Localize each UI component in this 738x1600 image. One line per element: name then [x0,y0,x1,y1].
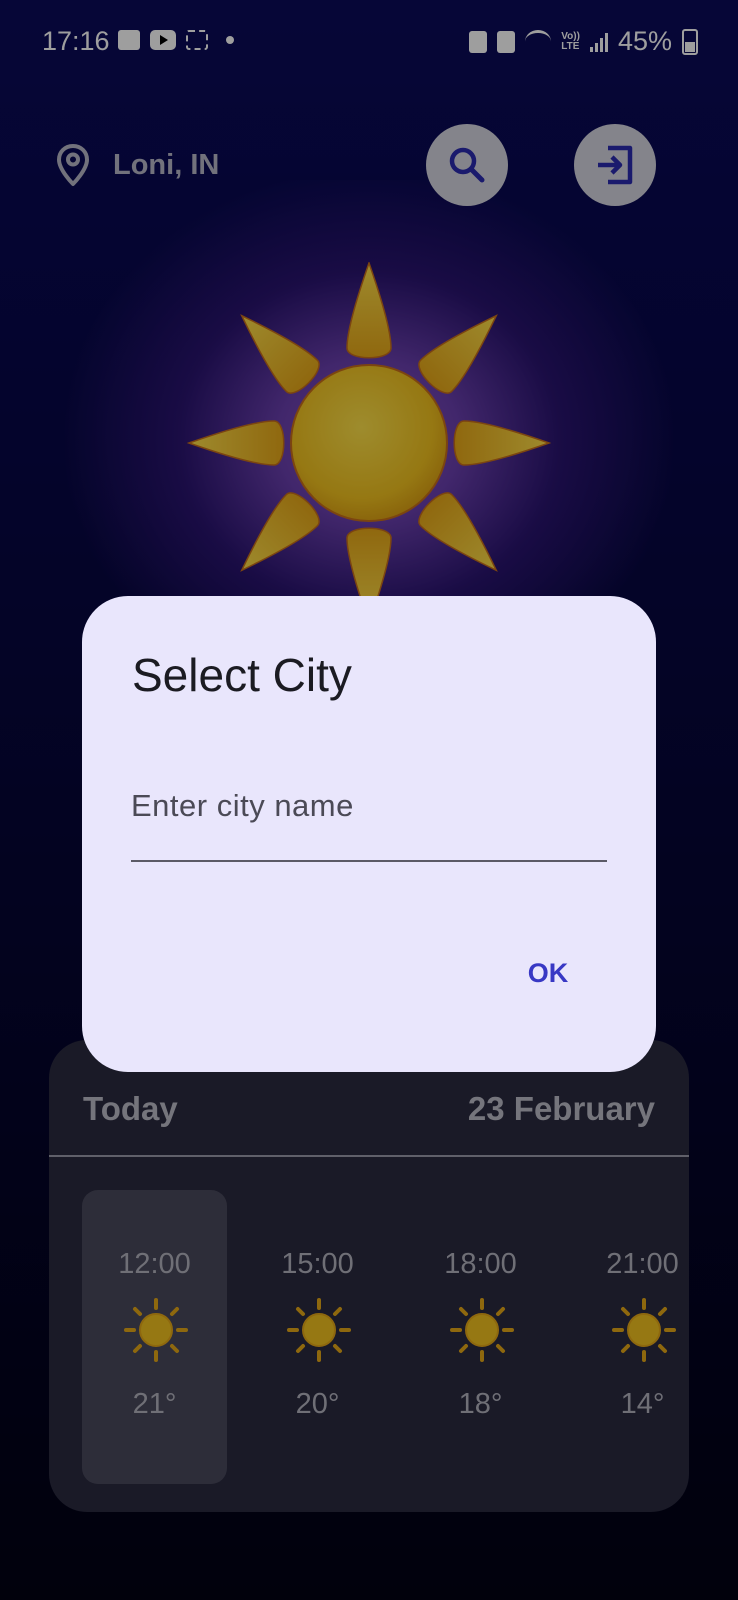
dialog-title: Select City [132,649,352,701]
battery-saver-icon [469,30,488,53]
gallery-icon [118,30,140,50]
status-time: 17:16 [42,26,110,56]
hour-item-15[interactable]: 15:00 20° [245,1190,390,1484]
logout-icon [598,145,633,185]
status-bar: 17:16 Vo)) LTE 45% [0,0,738,72]
work-profile-icon [497,30,516,53]
city-name-input[interactable] [131,774,607,862]
hour-temp: 18° [458,1388,503,1420]
sun-icon [450,1298,514,1362]
ok-button[interactable]: OK [502,944,594,1002]
hour-temp: 21° [132,1388,177,1420]
hour-time: 12:00 [118,1248,191,1280]
wifi-icon [525,30,552,53]
sun-icon [124,1298,188,1362]
hour-temp: 14° [620,1388,665,1420]
hour-item-12[interactable]: 12:00 21° [82,1190,227,1484]
sun-icon [287,1298,351,1362]
search-button[interactable] [426,124,508,206]
more-notifications-icon [226,36,234,44]
status-notification-icons [118,30,234,50]
status-system-icons: Vo)) LTE 45% [469,26,698,57]
battery-percent: 45% [617,26,672,56]
select-city-dialog: Select City OK [82,596,656,1072]
battery-icon [682,28,698,55]
hourly-forecast-list: 12:00 21° 15:00 20° 18:00 18° 21:00 14° [82,1190,689,1484]
location-label: Loni, IN [113,148,220,181]
search-icon [449,147,485,183]
hour-time: 15:00 [281,1248,354,1280]
hour-item-21[interactable]: 21:00 14° [570,1190,689,1484]
today-label: Today [83,1090,178,1127]
screenshot-icon [186,30,208,50]
sun-icon [612,1298,676,1362]
volte-icon: Vo)) LTE [561,30,580,52]
hour-time: 18:00 [444,1248,517,1280]
divider [49,1155,689,1157]
youtube-icon [150,30,176,50]
hour-time: 21:00 [606,1248,679,1280]
date-label: 23 February [467,1090,655,1127]
forecast-card: Today 23 February 12:00 21° 15:00 20° 18… [49,1040,689,1512]
hour-item-18[interactable]: 18:00 18° [408,1190,553,1484]
sun-icon [186,262,552,607]
location-pin-icon [57,144,89,186]
location: Loni, IN [55,143,219,187]
hour-temp: 20° [295,1388,340,1420]
logout-button[interactable] [574,124,656,206]
signal-icon [589,32,608,52]
